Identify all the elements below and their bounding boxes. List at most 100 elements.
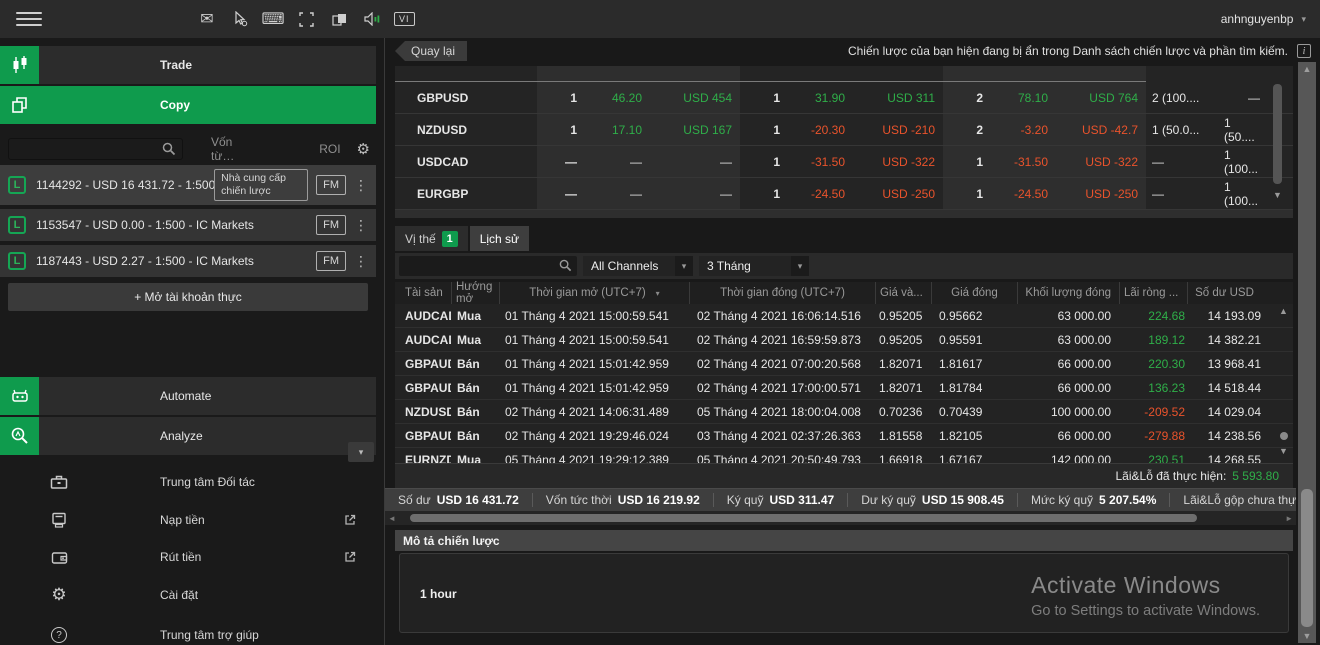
scroll-up-icon[interactable]: ▲ [1279,306,1288,316]
cell: 1 [537,82,585,113]
scrollbar-thumb[interactable] [1301,489,1313,627]
column-header[interactable]: Thời gian mở (UTC+7) ▾ [499,282,689,304]
scroll-left-icon[interactable]: ◄ [388,514,396,523]
open-price-cell: 0.95205 [875,333,931,347]
account-menu-icon[interactable]: ⋮ [354,177,368,194]
history-search-input[interactable] [399,256,577,276]
symbol-cell: EURGBP [395,178,537,209]
scroll-up-icon[interactable]: ▲ [1298,64,1316,74]
positions-row[interactable]: NZDUSD 1 17.10 USD 167 1 -20.30 USD -210… [395,114,1293,146]
column-header[interactable]: Tài sản [395,282,451,304]
sidebar-item-label: Nạp tiền [160,513,205,527]
history-row[interactable]: GBPAUD Bán 01 Tháng 4 2021 15:01:42.959 … [395,376,1293,400]
column-label: Thời gian mở (UTC+7) [529,287,645,299]
net-profit-cell: 136.23 [1119,381,1187,395]
status-item: Lãi&Lỗ gộp chưa thực hiện USD -19 [1169,493,1296,507]
sidebar-item-deposit[interactable]: Nạp tiền [0,503,376,537]
status-value: USD 311.47 [769,493,834,507]
sort-arrow-icon: ▾ [656,289,660,298]
column-header[interactable]: Giá đóng [931,282,1017,304]
sidebar-item-trade[interactable]: Trade [0,46,376,84]
sidebar-item-partner-center[interactable]: Trung tâm Đối tác [0,465,376,499]
sidebar-item-copy[interactable]: Copy [0,86,376,124]
sidebar-item-label: Automate [160,389,211,403]
chevron-down-icon: ▾ [791,256,809,276]
sidebar-item-withdraw[interactable]: Rút tiền [0,540,376,574]
filter-gear-icon[interactable]: ⚙ [357,140,370,158]
asset-cell: NZDUSD [395,405,451,419]
column-header[interactable]: Giá và... [875,282,931,304]
close-time-cell: 05 Tháng 4 2021 20:50:49.793 [689,453,875,464]
history-row[interactable]: NZDUSD Bán 02 Tháng 4 2021 14:06:31.489 … [395,400,1293,424]
mail-icon[interactable]: ✉ [196,9,218,29]
column-header[interactable]: Hướng mở [451,282,499,304]
menu-icon[interactable] [16,12,42,26]
capital-filter[interactable]: Vốn từ… [211,135,257,163]
search-icon [162,142,176,156]
back-button[interactable]: Quay lại [395,41,467,61]
user-menu[interactable]: anhnguyenbp ▾ [1221,0,1306,38]
horizontal-scrollbar[interactable]: ◄ ► [385,511,1296,525]
column-header[interactable]: Thời gian đóng (UTC+7) [689,282,875,304]
positions-hscroll-track[interactable] [395,210,1293,218]
direction-cell: Mua [451,453,499,464]
history-row[interactable]: EURNZD Mua 05 Tháng 4 2021 19:29:12.389 … [395,448,1293,463]
positions-row[interactable]: EURGBP — — — 1 -24.50 USD -250 1 -24.50 … [395,178,1293,210]
account-menu-icon[interactable]: ⋮ [354,253,368,270]
sidebar-item-analyze[interactable]: Analyze [0,417,376,455]
scrollbar-thumb[interactable] [410,514,1197,522]
fm-badge[interactable]: FM [316,215,346,235]
sidebar-item-label: Copy [160,98,190,112]
windows-icon[interactable] [328,9,350,29]
history-row[interactable]: GBPAUD Bán 01 Tháng 4 2021 15:01:42.959 … [395,352,1293,376]
account-menu-icon[interactable]: ⋮ [354,217,368,234]
history-row[interactable]: AUDCAD Mua 01 Tháng 4 2021 15:00:59.541 … [395,328,1293,352]
sidebar-item-settings[interactable]: ⚙ Cài đặt [0,578,376,612]
column-header[interactable]: Số dư USD [1187,282,1261,304]
close-time-cell: 02 Tháng 4 2021 16:06:14.516 [689,309,875,323]
scroll-right-icon[interactable]: ► [1285,514,1293,523]
collapse-chevron-button[interactable]: ▾ [348,442,374,462]
account-item[interactable]: L 1144292 - USD 16 431.72 - 1:500... Nhà… [0,165,376,205]
sidebar-item-automate[interactable]: Automate [0,377,376,415]
scroll-down-icon[interactable]: ▼ [1279,446,1288,456]
sidebar-item-help-center[interactable]: ? Trung tâm trợ giúp [0,618,376,645]
roi-filter[interactable]: ROI [319,142,340,156]
fm-badge[interactable]: FM [316,175,346,195]
column-header[interactable]: Khối lượng đóng [1017,282,1119,304]
history-vscroll[interactable]: ▲ ▼ [1277,304,1291,463]
positions-row[interactable]: GBPUSD 1 46.20 USD 454 1 31.90 USD 311 2… [395,82,1293,114]
open-time-cell: 01 Tháng 4 2021 15:00:59.541 [499,309,689,323]
analyze-magnifier-icon [0,417,39,455]
language-selector[interactable]: VI [394,12,415,26]
scrollbar-thumb[interactable] [1280,432,1288,440]
tab-positions[interactable]: Vị thế 1 [395,226,468,251]
scroll-down-icon[interactable]: ▼ [1298,631,1316,641]
history-row[interactable]: AUDCAD Mua 01 Tháng 4 2021 15:00:59.541 … [395,304,1293,328]
cell: USD -250 [853,178,943,209]
history-row[interactable]: GBPAUD Bán 02 Tháng 4 2021 19:29:46.024 … [395,424,1293,448]
info-icon[interactable]: i [1297,44,1311,58]
account-item[interactable]: L 1187443 - USD 2.27 - 1:500 - IC Market… [0,245,376,277]
open-real-account-button[interactable]: + Mở tài khoản thực [8,283,368,311]
keyboard-icon[interactable]: ⌨ [262,9,284,29]
volume-cell: 63 000.00 [1017,333,1119,347]
fm-badge[interactable]: FM [316,251,346,271]
cursor-settings-icon[interactable] [229,9,251,29]
positions-row[interactable]: USDCAD — — — 1 -31.50 USD -322 1 -31.50 … [395,146,1293,178]
channel-dropdown[interactable]: All Channels ▾ [583,256,693,276]
fullscreen-icon[interactable] [295,9,317,29]
volume-icon[interactable] [361,9,383,29]
status-item: Dư ký quỹ USD 15 908.45 [847,493,1017,507]
scrollbar-thumb[interactable] [1273,84,1282,184]
account-item[interactable]: L 1153547 - USD 0.00 - 1:500 - IC Market… [0,209,376,241]
strategy-search-input[interactable] [8,138,183,160]
tab-history[interactable]: Lịch sử [470,226,529,251]
copy-icon [0,86,39,124]
positions-summary-table: GBPUSD 1 46.20 USD 454 1 31.90 USD 311 2… [395,66,1293,218]
positions-vscroll[interactable]: ▼ [1270,66,1286,210]
scroll-down-icon[interactable]: ▼ [1273,190,1282,200]
column-header[interactable]: Lãi ròng ... [1119,282,1187,304]
main-vertical-scrollbar[interactable]: ▲ ▼ [1298,62,1316,643]
period-dropdown[interactable]: 3 Tháng ▾ [699,256,809,276]
